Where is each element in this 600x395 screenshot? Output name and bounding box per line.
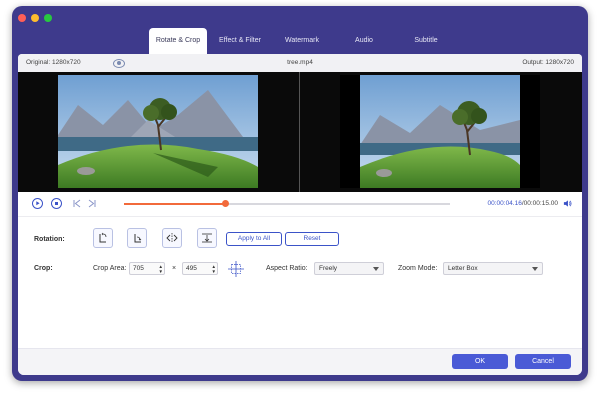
original-preview[interactable]	[58, 75, 258, 188]
traffic-lights	[18, 14, 52, 22]
time-display: 00:00:04.16/00:00:15.00	[488, 200, 559, 207]
flip-vertical-button[interactable]	[197, 228, 217, 248]
tab-subtitle[interactable]: Subtitle	[397, 28, 455, 54]
minimize-window-button[interactable]	[31, 14, 39, 22]
landscape-image	[58, 75, 258, 188]
output-preview	[340, 75, 540, 188]
aspect-ratio-label: Aspect Ratio:	[266, 265, 308, 272]
current-time: 00:00:04.16	[487, 200, 522, 207]
maximize-window-button[interactable]	[44, 14, 52, 22]
rotate-left-icon	[99, 232, 107, 243]
reset-button[interactable]: Reset	[285, 232, 339, 246]
zoom-mode-value: Letter Box	[448, 265, 478, 272]
apply-to-all-button[interactable]: Apply to All	[226, 232, 282, 246]
progress-fill	[124, 203, 226, 205]
output-resolution: Output: 1280x720	[522, 59, 574, 66]
tab-audio[interactable]: Audio	[335, 28, 393, 54]
crop-label: Crop:	[34, 265, 53, 272]
tab-effect-filter[interactable]: Effect & Filter	[211, 28, 269, 54]
crop-height-value: 495	[186, 265, 197, 272]
cropped-landscape-image	[360, 75, 520, 188]
flip-horizontal-button[interactable]	[162, 228, 182, 248]
rotation-label: Rotation:	[34, 236, 65, 243]
tab-bar: Rotate & Crop Effect & Filter Watermark …	[12, 28, 588, 54]
playback-controls: 00:00:04.16/00:00:15.00	[18, 192, 582, 217]
rotate-right-button[interactable]	[127, 228, 147, 248]
width-stepper-icon[interactable]: ▲ ▼	[159, 264, 163, 274]
next-frame-icon[interactable]	[88, 199, 97, 208]
rotate-left-button[interactable]	[93, 228, 113, 248]
progress-slider[interactable]	[124, 200, 450, 207]
previous-frame-icon[interactable]	[72, 199, 81, 208]
editor-window: Rotate & Crop Effect & Filter Watermark …	[12, 6, 588, 381]
zoom-mode-select[interactable]: Letter Box	[443, 262, 543, 275]
total-time: /00:00:15.00	[521, 200, 558, 207]
close-window-button[interactable]	[18, 14, 26, 22]
tab-watermark[interactable]: Watermark	[273, 28, 331, 54]
file-name: tree.mp4	[287, 59, 313, 66]
chevron-down-icon	[373, 267, 379, 271]
dialog-footer: OK Cancel	[18, 348, 582, 375]
rotate-crop-panel: Original: 1280x720 tree.mp4 Output: 1280…	[18, 54, 582, 375]
preview-divider	[299, 72, 300, 192]
play-icon	[36, 201, 40, 206]
video-info-bar: Original: 1280x720 tree.mp4 Output: 1280…	[18, 54, 582, 73]
crop-area-label: Crop Area:	[93, 265, 127, 272]
volume-icon[interactable]	[563, 199, 572, 208]
stop-icon	[55, 202, 58, 205]
play-button[interactable]	[32, 198, 43, 209]
cancel-button[interactable]: Cancel	[515, 354, 571, 369]
stop-button[interactable]	[51, 198, 62, 209]
progress-handle[interactable]	[222, 200, 230, 207]
crosshair-icon[interactable]	[227, 260, 245, 278]
crop-width-value: 705	[133, 265, 144, 272]
aspect-ratio-select[interactable]: Freely	[314, 262, 384, 275]
height-stepper-icon[interactable]: ▲ ▼	[212, 264, 216, 274]
crop-width-input[interactable]: 705 ▲ ▼	[129, 262, 165, 275]
zoom-mode-label: Zoom Mode:	[398, 265, 438, 272]
aspect-ratio-value: Freely	[319, 265, 338, 272]
flip-vertical-icon	[202, 233, 212, 243]
tab-rotate-crop[interactable]: Rotate & Crop	[149, 28, 207, 54]
ok-button[interactable]: OK	[452, 354, 508, 369]
preview-stage	[18, 72, 582, 192]
rotate-right-icon	[134, 234, 142, 243]
times-sign: ×	[172, 265, 177, 272]
flip-horizontal-icon	[166, 233, 178, 243]
crop-height-input[interactable]: 495 ▲ ▼	[182, 262, 218, 275]
chevron-down-icon	[532, 267, 538, 271]
